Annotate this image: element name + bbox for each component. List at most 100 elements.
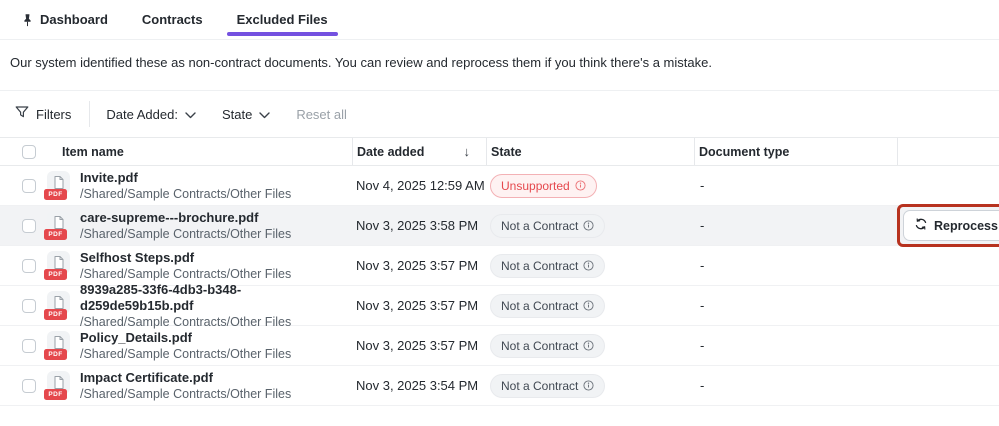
row-checkbox[interactable] bbox=[22, 299, 36, 313]
reprocess-button[interactable]: Reprocess bbox=[903, 210, 999, 241]
file-path: /Shared/Sample Contracts/Other Files bbox=[80, 186, 291, 202]
pdf-badge: PDF bbox=[44, 349, 67, 360]
filter-divider bbox=[89, 101, 90, 127]
date-added-cell: Nov 4, 2025 12:59 AM bbox=[352, 178, 486, 193]
chevron-down-icon bbox=[259, 107, 270, 122]
row-checkbox-cell bbox=[0, 379, 44, 393]
pdf-file-icon: PDF bbox=[44, 331, 70, 361]
state-badge: Not a Contract bbox=[490, 334, 605, 358]
tab-dashboard[interactable]: Dashboard bbox=[20, 0, 110, 39]
header-date-added[interactable]: Date added ↓ bbox=[352, 138, 486, 165]
file-path: /Shared/Sample Contracts/Other Files bbox=[80, 346, 291, 362]
info-icon[interactable] bbox=[583, 380, 594, 391]
info-icon[interactable] bbox=[583, 300, 594, 311]
table-row[interactable]: PDF care-supreme---brochure.pdf /Shared/… bbox=[0, 206, 999, 246]
header-state: State bbox=[486, 138, 694, 165]
pdf-file-icon: PDF bbox=[44, 211, 70, 241]
date-added-filter[interactable]: Date Added: bbox=[106, 107, 196, 122]
pdf-file-icon: PDF bbox=[44, 371, 70, 401]
pdf-badge: PDF bbox=[44, 269, 67, 280]
state-badge: Not a Contract bbox=[490, 374, 605, 398]
table-row[interactable]: PDF Policy_Details.pdf /Shared/Sample Co… bbox=[0, 326, 999, 366]
table-row[interactable]: PDF Selfhost Steps.pdf /Shared/Sample Co… bbox=[0, 246, 999, 286]
file-name[interactable]: Invite.pdf bbox=[80, 170, 291, 186]
pin-icon bbox=[22, 13, 33, 27]
reset-all-button[interactable]: Reset all bbox=[296, 107, 347, 122]
info-icon[interactable] bbox=[583, 260, 594, 271]
tab-contracts[interactable]: Contracts bbox=[140, 0, 205, 39]
file-path: /Shared/Sample Contracts/Other Files bbox=[80, 226, 291, 242]
state-badge-label: Not a Contract bbox=[501, 379, 578, 393]
pdf-badge: PDF bbox=[44, 309, 67, 320]
date-added-filter-label: Date Added: bbox=[106, 107, 178, 122]
table-row[interactable]: PDF Impact Certificate.pdf /Shared/Sampl… bbox=[0, 366, 999, 406]
file-name[interactable]: 8939a285-33f6-4db3-b348-d259de59b15b.pdf bbox=[80, 282, 352, 314]
state-badge: Unsupported bbox=[490, 174, 597, 198]
table-row[interactable]: PDF Invite.pdf /Shared/Sample Contracts/… bbox=[0, 166, 999, 206]
state-badge-label: Unsupported bbox=[501, 179, 570, 193]
pdf-badge: PDF bbox=[44, 229, 67, 240]
state-filter[interactable]: State bbox=[222, 107, 270, 122]
header-date-added-label: Date added bbox=[357, 145, 424, 159]
table-row[interactable]: PDF 8939a285-33f6-4db3-b348-d259de59b15b… bbox=[0, 286, 999, 326]
row-checkbox[interactable] bbox=[22, 219, 36, 233]
document-type-cell: - bbox=[694, 258, 897, 273]
table-body: PDF Invite.pdf /Shared/Sample Contracts/… bbox=[0, 166, 999, 406]
item-cell: PDF 8939a285-33f6-4db3-b348-d259de59b15b… bbox=[44, 282, 352, 330]
date-added-cell: Nov 3, 2025 3:57 PM bbox=[352, 258, 486, 273]
info-icon[interactable] bbox=[583, 220, 594, 231]
row-checkbox[interactable] bbox=[22, 379, 36, 393]
state-cell: Unsupported bbox=[486, 174, 694, 198]
file-path: /Shared/Sample Contracts/Other Files bbox=[80, 314, 352, 330]
state-badge: Not a Contract bbox=[490, 294, 605, 318]
reprocess-button-label: Reprocess bbox=[934, 219, 998, 233]
state-cell: Not a Contract bbox=[486, 334, 694, 358]
row-checkbox[interactable] bbox=[22, 339, 36, 353]
document-type-cell: - bbox=[694, 378, 897, 393]
pdf-file-icon: PDF bbox=[44, 171, 70, 201]
row-checkbox[interactable] bbox=[22, 179, 36, 193]
file-name[interactable]: care-supreme---brochure.pdf bbox=[80, 210, 291, 226]
document-type-cell: - bbox=[694, 178, 897, 193]
item-cell: PDF care-supreme---brochure.pdf /Shared/… bbox=[44, 210, 352, 242]
header-item-name: Item name bbox=[44, 145, 352, 159]
file-name[interactable]: Selfhost Steps.pdf bbox=[80, 250, 291, 266]
state-cell: Not a Contract bbox=[486, 374, 694, 398]
select-all-checkbox[interactable] bbox=[22, 145, 36, 159]
date-added-cell: Nov 3, 2025 3:57 PM bbox=[352, 338, 486, 353]
info-icon[interactable] bbox=[575, 180, 586, 191]
state-cell: Not a Contract bbox=[486, 254, 694, 278]
date-added-cell: Nov 3, 2025 3:57 PM bbox=[352, 298, 486, 313]
filters-button[interactable]: Filters bbox=[15, 106, 71, 122]
file-name[interactable]: Impact Certificate.pdf bbox=[80, 370, 291, 386]
state-badge: Not a Contract bbox=[490, 214, 605, 238]
tab-label: Contracts bbox=[142, 12, 203, 27]
pdf-badge: PDF bbox=[44, 389, 67, 400]
info-icon[interactable] bbox=[583, 340, 594, 351]
file-path: /Shared/Sample Contracts/Other Files bbox=[80, 266, 291, 282]
state-badge-label: Not a Contract bbox=[501, 219, 578, 233]
document-type-cell: - bbox=[694, 298, 897, 313]
pdf-file-icon: PDF bbox=[44, 251, 70, 281]
item-cell: PDF Policy_Details.pdf /Shared/Sample Co… bbox=[44, 330, 352, 362]
row-checkbox-cell bbox=[0, 219, 44, 233]
sort-descending-icon[interactable]: ↓ bbox=[464, 144, 471, 159]
tab-label: Dashboard bbox=[40, 12, 108, 27]
tab-excluded-files[interactable]: Excluded Files bbox=[235, 0, 330, 39]
file-name[interactable]: Policy_Details.pdf bbox=[80, 330, 291, 346]
state-cell: Not a Contract bbox=[486, 294, 694, 318]
row-checkbox[interactable] bbox=[22, 259, 36, 273]
action-cell: Reprocess bbox=[897, 204, 999, 247]
state-cell: Not a Contract bbox=[486, 214, 694, 238]
header-actions bbox=[897, 138, 999, 165]
state-badge-label: Not a Contract bbox=[501, 259, 578, 273]
pdf-badge: PDF bbox=[44, 189, 67, 200]
state-filter-label: State bbox=[222, 107, 252, 122]
chevron-down-icon bbox=[185, 107, 196, 122]
header-document-type: Document type bbox=[694, 138, 897, 165]
table-header-row: Item name Date added ↓ State Document ty… bbox=[0, 138, 999, 166]
reprocess-sync-icon bbox=[914, 217, 928, 234]
document-type-cell: - bbox=[694, 338, 897, 353]
filters-label: Filters bbox=[36, 107, 71, 122]
header-checkbox-cell bbox=[0, 145, 44, 159]
